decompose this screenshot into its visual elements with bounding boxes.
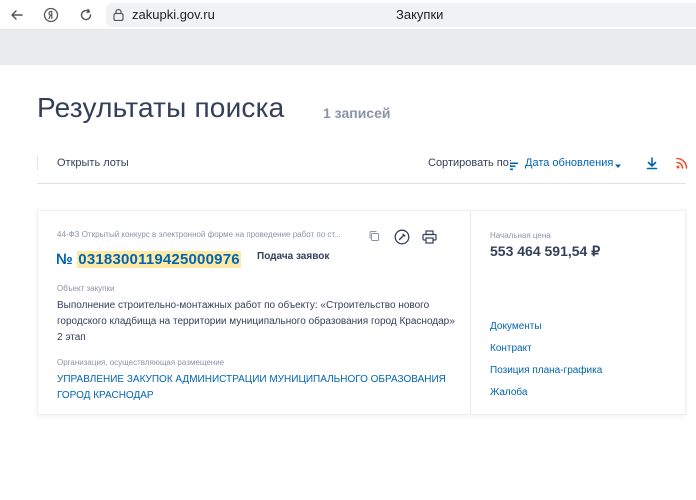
link-plan-position[interactable]: Позиция плана-графика [490,363,602,385]
records-count: 1 записей [323,105,391,121]
number-value[interactable]: 0318300119425000976 [77,251,241,268]
browser-bar: zakupki.gov.ru Закупки [0,0,696,30]
number-prefix: № [56,251,78,268]
link-complaint[interactable]: Жалоба [490,385,602,407]
price-value: 553 464 591,54 ₽ [490,243,601,259]
chevron-down-icon[interactable] [613,158,623,168]
card-divider [470,211,471,414]
link-contract[interactable]: Контракт [490,341,602,363]
organization-link[interactable]: УПРАВЛЕНИЕ ЗАКУПОК АДМИНИСТРАЦИИ МУНИЦИП… [57,372,457,404]
object-text: Выполнение строительно-монтажных работ п… [57,300,455,343]
stage-badge: Подача заявок [257,251,330,262]
yandex-icon[interactable] [41,5,61,25]
sort-select[interactable]: Дата обновления [525,157,613,169]
copy-icon[interactable] [368,229,380,241]
document-icon[interactable] [394,229,410,245]
open-lots-toggle[interactable]: Открыть лоты [57,157,129,169]
address-bar[interactable]: zakupki.gov.ru Закупки [106,3,696,27]
url-text: zakupki.gov.ru [132,7,215,22]
page-title: Результаты поиска [37,92,285,123]
link-documents[interactable]: Документы [490,319,602,341]
price-label: Начальная цена [490,231,551,240]
organization-label: Организация, осуществляющая размещение [57,358,225,367]
print-icon[interactable] [422,230,437,244]
site-header-band [0,30,696,65]
purchase-number[interactable]: № 0318300119425000976 [56,251,241,268]
results-toolbar: Открыть лоты Сортировать по: Дата обновл… [37,150,689,184]
search-result-card: 44-ФЗ Открытый конкурс в электронной фор… [37,210,686,415]
rss-icon[interactable] [675,156,689,170]
sort-label: Сортировать по: [428,157,512,169]
object-label: Объект закупки [57,284,115,293]
reload-icon[interactable] [76,5,96,25]
sort-icon[interactable] [509,158,519,171]
divider [37,156,38,170]
card-links: Документы Контракт Позиция плана-графика… [490,319,602,407]
procedure-type: 44-ФЗ Открытый конкурс в электронной фор… [57,230,341,239]
back-icon[interactable] [7,5,27,25]
lock-icon [113,8,124,26]
download-icon[interactable] [645,156,659,170]
tab-title: Закупки [396,7,444,22]
